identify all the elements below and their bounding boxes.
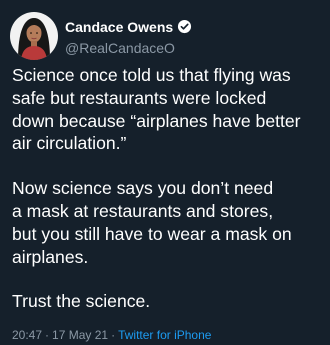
tweet-line: Now science says you don’t need (12, 178, 274, 199)
author-block: Candace Owens @RealCandaceO (65, 17, 192, 56)
tweet-paragraph: Trust the science. (12, 290, 324, 313)
tweet-meta: 20:47 · 17 May 21 · Twitter for iPhone (12, 328, 211, 342)
tweet-line: safe but restaurants were locked (12, 87, 267, 108)
tweet-line: a mask at restaurants and stores, (12, 200, 274, 221)
tweet-line: Trust the science. (12, 291, 151, 312)
name-row: Candace Owens (65, 17, 192, 37)
tweet-line: but you still have to wear a mask on (12, 223, 292, 244)
tweet-paragraph: Now science says you don’t need a mask a… (12, 177, 324, 268)
tweet-source-link[interactable]: Twitter for iPhone (118, 328, 211, 342)
tweet-paragraph: Science once told us that flying was saf… (12, 64, 324, 155)
meta-separator: · (45, 328, 50, 342)
meta-separator: · (111, 328, 116, 342)
display-name[interactable]: Candace Owens (65, 19, 173, 35)
tweet-text: Science once told us that flying was saf… (12, 64, 324, 335)
avatar[interactable] (10, 12, 58, 60)
user-handle[interactable]: @RealCandaceO (65, 40, 192, 56)
tweet-header: Candace Owens @RealCandaceO (10, 11, 192, 61)
verified-badge-icon (177, 19, 192, 34)
tweet-time[interactable]: 20:47 (12, 328, 42, 342)
tweet-line: Science once told us that flying was (12, 65, 291, 85)
tweet-line: air circulation.” (12, 133, 127, 154)
tweet: Candace Owens @RealCandaceO Science once… (0, 0, 330, 345)
tweet-line: airplanes. (12, 246, 89, 267)
avatar-image (10, 12, 58, 60)
tweet-date[interactable]: 17 May 21 (52, 328, 108, 342)
tweet-line: down because “airplanes have better (12, 110, 301, 131)
